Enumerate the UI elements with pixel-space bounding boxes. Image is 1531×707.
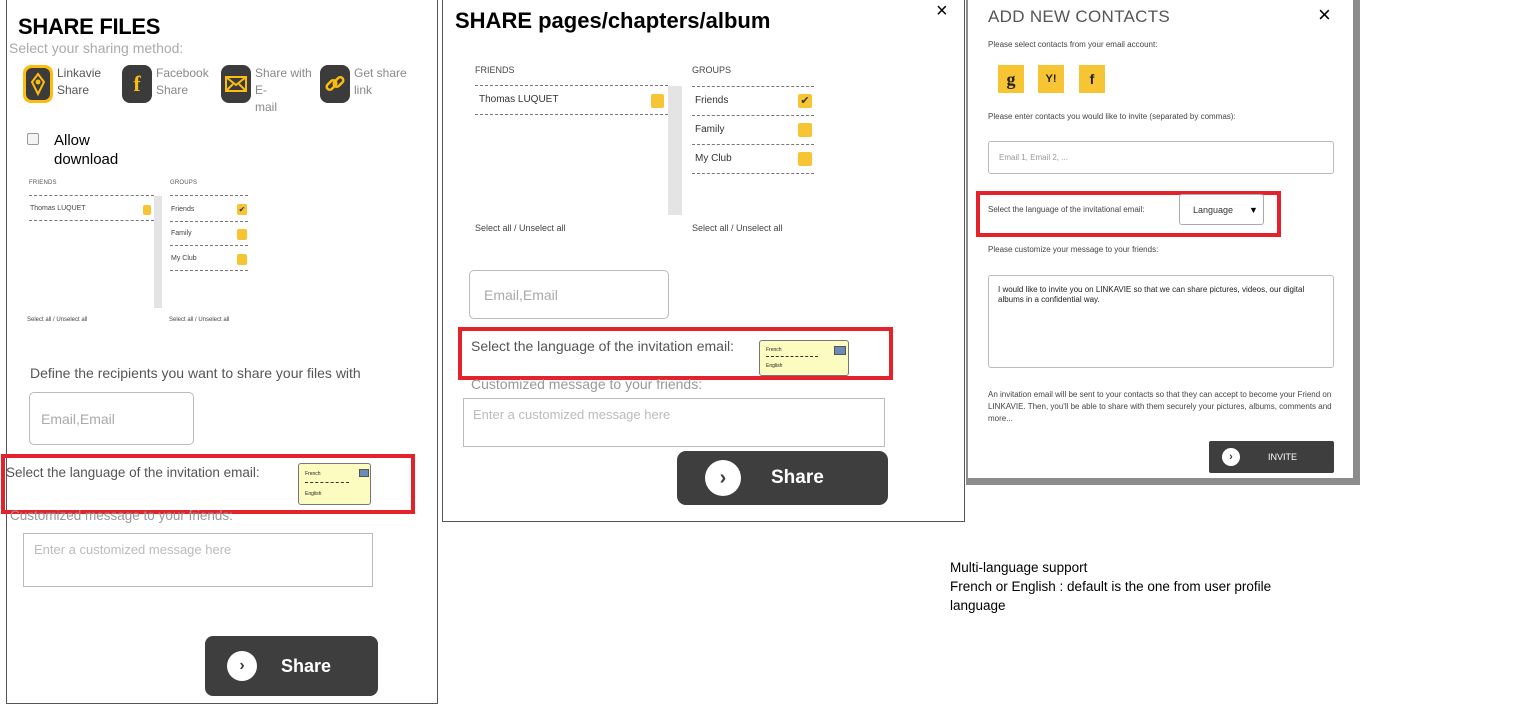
- group-checkbox[interactable]: [798, 152, 812, 166]
- message-textarea[interactable]: I would like to invite you on LINKAVIE s…: [988, 275, 1334, 368]
- add-new-contacts-panel: ADD NEW CONTACTS × Please select contact…: [966, 0, 1360, 485]
- facebook-icon: f: [122, 65, 152, 103]
- group-item: Family: [171, 230, 192, 237]
- group-item: Friends: [695, 95, 729, 106]
- invite-button[interactable]: › INVITE: [1209, 441, 1334, 473]
- language-label: Select the language of the invitation em…: [471, 338, 735, 354]
- friend-checkbox[interactable]: [143, 205, 151, 215]
- method-facebook-share[interactable]: f Facebook Share: [122, 65, 220, 103]
- facebook-icon[interactable]: f: [1079, 65, 1105, 93]
- select-all-groups-link[interactable]: Select all / Unselect all: [169, 317, 229, 323]
- email-input[interactable]: Email,Email: [469, 270, 669, 319]
- recipients-label: Define the recipients you want to share …: [30, 365, 361, 381]
- friends-scrollbar[interactable]: [154, 196, 162, 308]
- share-button[interactable]: › Share: [205, 636, 378, 696]
- friend-item: Thomas LUQUET: [30, 205, 86, 212]
- chevron-right-icon: ›: [227, 651, 257, 681]
- enter-contacts-label: Please enter contacts you would like to …: [988, 112, 1236, 121]
- group-checkbox[interactable]: [237, 254, 247, 265]
- chevron-right-icon: ›: [705, 460, 741, 496]
- email-input[interactable]: Email,Email: [29, 392, 194, 445]
- method-linkavie-share[interactable]: Linkavie Share: [23, 65, 121, 103]
- friend-item: Thomas LUQUET: [479, 94, 559, 105]
- friends-header: FRIENDS: [29, 180, 57, 186]
- group-checkbox[interactable]: [237, 229, 247, 240]
- share-button[interactable]: › Share: [677, 451, 888, 505]
- method-email-share[interactable]: Share with E-mail: [221, 65, 319, 116]
- panel-title: ADD NEW CONTACTS: [988, 7, 1171, 26]
- chevron-right-icon: ›: [1222, 448, 1240, 466]
- yahoo-icon[interactable]: Y!: [1038, 65, 1064, 93]
- group-item: My Club: [171, 255, 197, 262]
- friend-checkbox[interactable]: [651, 94, 664, 108]
- link-icon: [320, 65, 350, 103]
- email-icon: [221, 65, 251, 103]
- group-checkbox-checked[interactable]: ✔: [237, 204, 247, 215]
- groups-header: GROUPS: [170, 180, 198, 186]
- group-item: Family: [695, 124, 725, 135]
- language-select[interactable]: French English: [298, 463, 371, 505]
- select-all-friends-link[interactable]: Select all / Unselect all: [27, 317, 87, 323]
- friends-header: FRIENDS: [475, 65, 515, 75]
- group-item: Friends: [171, 206, 195, 213]
- share-pages-panel: SHARE pages/chapters/album × FRIENDS GRO…: [442, 0, 965, 522]
- language-label: Select the language of the invitational …: [988, 205, 1145, 214]
- share-files-panel: SHARE FILES Select your sharing method: …: [1, 0, 438, 704]
- group-item: My Club: [695, 153, 732, 164]
- contacts-input[interactable]: Email 1, Email 2, ...: [988, 141, 1334, 174]
- allow-download-label: Allow download: [54, 132, 119, 168]
- google-icon[interactable]: g: [998, 65, 1024, 93]
- select-all-groups-link[interactable]: Select all / Unselect all: [692, 223, 783, 233]
- language-select[interactable]: French English: [759, 340, 849, 376]
- select-from-email-label: Please select contacts from your email a…: [988, 40, 1158, 49]
- sharing-method-label: Select your sharing method:: [9, 40, 184, 56]
- invitation-note: An invitation email will be sent to your…: [988, 390, 1332, 423]
- groups-header: GROUPS: [692, 65, 732, 75]
- close-icon[interactable]: ×: [936, 0, 948, 23]
- friends-scrollbar[interactable]: [668, 86, 682, 215]
- group-checkbox[interactable]: [798, 123, 812, 137]
- panel-title: SHARE pages/chapters/album: [455, 8, 771, 33]
- dropdown-arrow-icon: ▼: [1249, 204, 1258, 215]
- language-select[interactable]: Language ▼: [1179, 194, 1264, 225]
- close-icon[interactable]: ×: [1318, 2, 1331, 28]
- group-checkbox-checked[interactable]: ✔: [798, 94, 812, 108]
- message-textarea[interactable]: Enter a customized message here: [463, 398, 885, 447]
- annotation-note: Multi-language support French or English…: [950, 560, 1272, 613]
- custom-message-label: Customized message to your friends:: [471, 376, 703, 392]
- customize-message-label: Please customize your message to your fr…: [988, 245, 1159, 254]
- language-label: Select the language of the invitation em…: [6, 465, 260, 480]
- method-get-share-link[interactable]: Get share link: [320, 65, 424, 103]
- select-all-friends-link[interactable]: Select all / Unselect all: [475, 223, 566, 233]
- allow-download-checkbox[interactable]: [27, 133, 39, 145]
- custom-message-label: Customized message to your friends:: [10, 508, 233, 523]
- dropdown-arrow-icon[interactable]: [359, 469, 369, 477]
- linkavie-icon: [23, 65, 53, 103]
- dropdown-arrow-icon[interactable]: [834, 346, 846, 355]
- message-textarea[interactable]: Enter a customized message here: [23, 533, 373, 587]
- panel-title: SHARE FILES: [18, 14, 161, 39]
